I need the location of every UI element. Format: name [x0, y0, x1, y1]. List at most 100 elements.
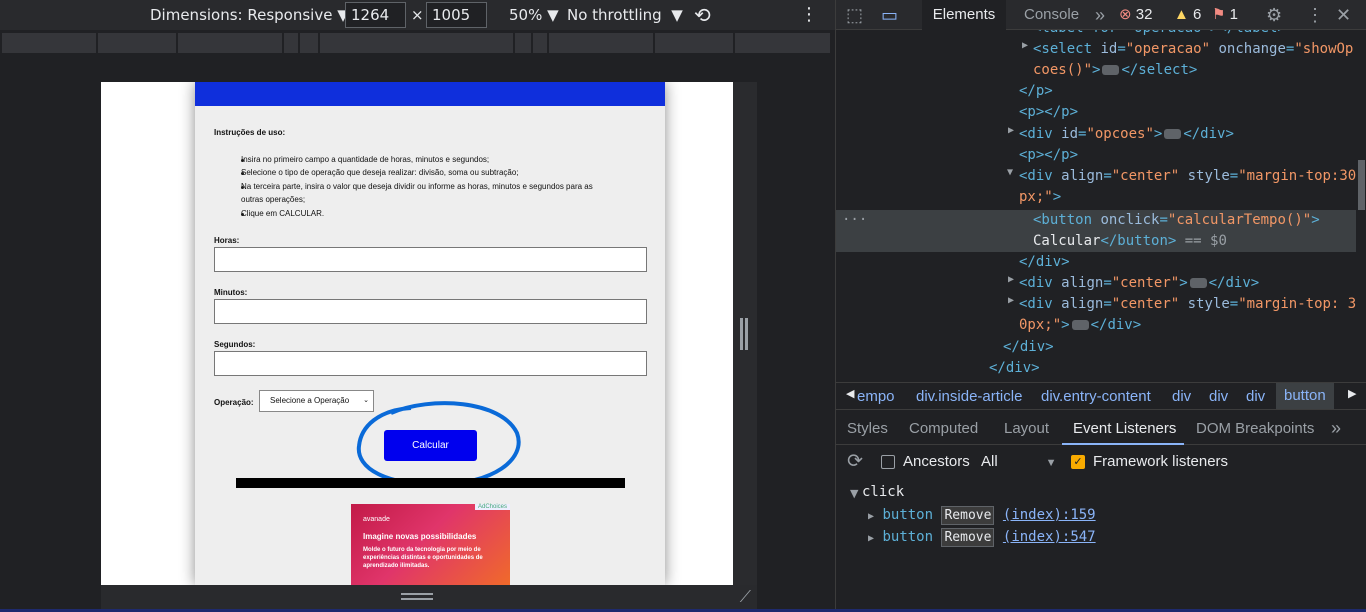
ancestors-checkbox[interactable]: [881, 455, 895, 469]
resize-grip: [401, 593, 433, 595]
warnings-value: 6: [1193, 6, 1202, 23]
ruler-segment[interactable]: [98, 33, 178, 53]
elements-dom-tree[interactable]: <label for="operacao"></label> ▶ <select…: [836, 30, 1356, 380]
ruler-segment[interactable]: [284, 33, 300, 53]
instruction-item: Clique em CALCULAR.: [241, 209, 325, 218]
expand-triangle-icon[interactable]: ▶: [1008, 295, 1014, 306]
ruler-segment[interactable]: [655, 33, 735, 53]
breadcrumb-item[interactable]: div: [1246, 388, 1265, 405]
page-header-banner: [195, 82, 665, 106]
scope-select[interactable]: All ▼: [981, 453, 1057, 470]
tab-console[interactable]: Console: [1024, 0, 1079, 30]
rotate-icon[interactable]: ⟲: [694, 0, 711, 30]
instruction-item: Insira no primeiro campo a quantidade de…: [241, 155, 490, 164]
device-toggle-icon[interactable]: ▭: [881, 0, 898, 30]
close-icon[interactable]: ✕: [1336, 0, 1351, 30]
more-options-icon[interactable]: ⋮: [800, 0, 818, 30]
listener-row[interactable]: ▶ button Remove (index):159: [868, 506, 1096, 528]
breadcrumb-item[interactable]: div: [1172, 388, 1191, 405]
source-link[interactable]: (index):159: [1003, 507, 1096, 523]
segundos-input[interactable]: [214, 351, 647, 376]
framework-checkbox[interactable]: ✓: [1071, 455, 1085, 469]
viewport-resize-handle-bottom[interactable]: ⟋: [101, 585, 757, 609]
advertisement[interactable]: AdChoices avanade Imagine novas possibil…: [351, 504, 510, 585]
ruler-segment[interactable]: [300, 33, 320, 53]
scrollbar-thumb[interactable]: [1358, 160, 1365, 210]
inspect-element-icon[interactable]: ⬚: [846, 0, 863, 30]
ad-body: experiências distintas e oportunidades d…: [363, 555, 483, 561]
remove-button[interactable]: Remove: [941, 506, 995, 525]
dom-node-div-center-cont[interactable]: px;">: [1019, 187, 1061, 208]
tab-event-listeners[interactable]: Event Listeners: [1062, 412, 1184, 445]
gear-icon[interactable]: ⚙: [1266, 0, 1282, 30]
dom-node-div-center-3[interactable]: <div align="center" style="margin-top: 3: [1019, 294, 1356, 315]
dimensions-dropdown[interactable]: Dimensions: Responsive ▼: [150, 0, 349, 30]
node-menu-icon[interactable]: ···: [842, 210, 867, 231]
dom-node-select-cont[interactable]: coes()"> </select>: [1033, 60, 1197, 81]
expand-triangle-icon[interactable]: ▶: [1022, 40, 1028, 51]
dom-node-opcoes[interactable]: <div id="opcoes"> </div>: [1019, 124, 1234, 145]
device-toolbar: Dimensions: Responsive ▼ 1264 × 1005 50%…: [0, 0, 835, 30]
collapse-triangle-icon[interactable]: ▼: [850, 487, 858, 500]
expand-triangle-icon[interactable]: ▶: [1008, 274, 1014, 285]
dom-node[interactable]: </div>: [1019, 252, 1070, 273]
viewport-resize-handle-right[interactable]: [733, 82, 757, 585]
tree-scrollbar[interactable]: [1356, 30, 1366, 380]
resize-corner-icon[interactable]: ⟋: [740, 587, 751, 607]
width-input[interactable]: 1264: [345, 2, 406, 28]
adchoices-badge[interactable]: AdChoices: [474, 504, 510, 510]
listener-row[interactable]: ▶ button Remove (index):547: [868, 528, 1096, 550]
warning-count[interactable]: ▲ 6: [1174, 0, 1201, 30]
throttling-dropdown[interactable]: No throttling ▼: [567, 0, 683, 30]
issues-count[interactable]: ⚑ 1: [1212, 0, 1238, 30]
breadcrumb-item-selected[interactable]: button: [1276, 383, 1334, 409]
more-tabs-icon[interactable]: »: [1095, 0, 1105, 30]
breadcrumb-item[interactable]: empo: [857, 388, 895, 405]
ruler-segment[interactable]: [549, 33, 655, 53]
dom-node[interactable]: </div>: [1003, 337, 1054, 358]
tab-dom-breakpoints[interactable]: DOM Breakpoints: [1196, 412, 1314, 445]
ruler-segment[interactable]: [533, 33, 549, 53]
expand-triangle-icon[interactable]: ▶: [1008, 125, 1014, 136]
more-options-icon[interactable]: ⋮: [1306, 0, 1324, 30]
expand-triangle-icon[interactable]: ▶: [868, 511, 874, 522]
expand-triangle-icon[interactable]: ▶: [868, 533, 874, 544]
tab-computed[interactable]: Computed: [909, 412, 978, 445]
ruler-segment[interactable]: [178, 33, 284, 53]
breadcrumb-item[interactable]: div.entry-content: [1041, 388, 1151, 405]
ruler-segment[interactable]: [515, 33, 533, 53]
scroll-right-icon[interactable]: ▶: [1348, 387, 1356, 400]
source-link[interactable]: (index):547: [1003, 529, 1096, 545]
dom-node-button-selected[interactable]: <button onclick="calcularTempo()">: [1033, 210, 1320, 231]
dom-node-div-center-3-cont[interactable]: 0px;"> </div>: [1019, 315, 1141, 336]
tab-layout[interactable]: Layout: [1004, 412, 1049, 445]
breadcrumb-item[interactable]: div.inside-article: [916, 388, 1022, 405]
ruler-segment[interactable]: [735, 33, 832, 53]
refresh-icon[interactable]: ⟳: [847, 450, 863, 472]
dom-node[interactable]: <p></p>: [1019, 102, 1078, 123]
zoom-dropdown[interactable]: 50% ▼: [509, 0, 559, 30]
dom-node[interactable]: <p></p>: [1019, 145, 1078, 166]
media-query-ruler: [0, 32, 835, 54]
dom-node[interactable]: </div>: [989, 358, 1040, 379]
dom-node-button-cont[interactable]: Calcular</button> == $0: [1033, 231, 1227, 252]
dom-node-select[interactable]: <select id="operacao" onchange="showOp: [1033, 39, 1353, 60]
dom-node-div-center-2[interactable]: <div align="center"> </div>: [1019, 273, 1259, 294]
tab-styles[interactable]: Styles: [847, 412, 888, 445]
ruler-segment[interactable]: [320, 33, 515, 53]
dom-node[interactable]: </p>: [1019, 81, 1053, 102]
remove-button[interactable]: Remove: [941, 528, 995, 547]
dom-node-div-center[interactable]: <div align="center" style="margin-top:30: [1019, 166, 1356, 187]
dom-node[interactable]: <label for="operacao"></label>: [1033, 30, 1286, 39]
horas-input[interactable]: [214, 247, 647, 272]
tab-elements[interactable]: Elements: [922, 0, 1006, 30]
scroll-left-icon[interactable]: ◀: [846, 387, 854, 400]
breadcrumb-item[interactable]: div: [1209, 388, 1228, 405]
minutos-input[interactable]: [214, 299, 647, 324]
more-tabs-icon[interactable]: »: [1331, 412, 1341, 445]
ruler-segment[interactable]: [2, 33, 98, 53]
event-type[interactable]: click: [862, 484, 904, 500]
height-input[interactable]: 1005: [426, 2, 487, 28]
error-count[interactable]: ⊗ 32: [1119, 0, 1152, 30]
collapse-triangle-icon[interactable]: ▼: [1007, 167, 1013, 178]
